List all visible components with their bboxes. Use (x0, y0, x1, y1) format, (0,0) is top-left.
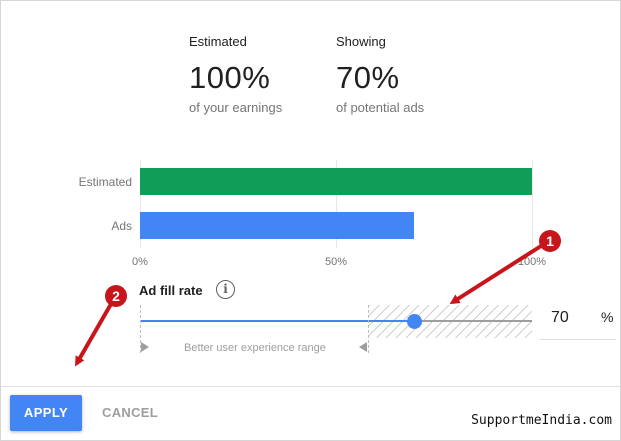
chart-gridline (532, 160, 533, 248)
chart-category-label: Estimated (78, 175, 132, 189)
ad-fill-rate-dialog: Estimated 100% of your earnings Showing … (0, 0, 621, 441)
watermark: SupportmeIndia.com (471, 413, 612, 428)
cancel-button[interactable]: CANCEL (99, 395, 161, 431)
slider-fill (140, 320, 415, 322)
fill-rate-unit: % (601, 309, 614, 325)
dialog-footer: APPLY CANCEL SupportmeIndia.com (1, 386, 620, 441)
info-icon[interactable]: i (216, 280, 235, 299)
range-label: Better user experience range (184, 342, 326, 354)
apply-button[interactable]: APPLY (10, 395, 82, 431)
annotation-badge-2: 2 (105, 285, 127, 307)
range-end-arrow-icon (359, 342, 367, 352)
annotation-badge-1: 1 (539, 230, 561, 252)
annotation-arrow-2 (75, 303, 113, 367)
fill-rate-value[interactable]: 70 (551, 309, 569, 327)
chart-category-label: Ads (111, 219, 132, 233)
range-end-marker (368, 305, 369, 353)
chart-bar-estimated (140, 168, 532, 195)
fill-rate-input[interactable]: 70 % (540, 303, 616, 340)
chart-bar-ads (140, 212, 415, 239)
fill-rate-bar-chart: 0% 50% 100% Estimated Ads (1, 1, 621, 276)
range-start-arrow-icon (141, 342, 149, 352)
chart-tick-label: 50% (324, 256, 348, 268)
fill-rate-title: Ad fill rate (139, 283, 203, 298)
chart-tick-label: 100% (517, 256, 547, 268)
chart-tick-label: 0% (132, 256, 148, 268)
